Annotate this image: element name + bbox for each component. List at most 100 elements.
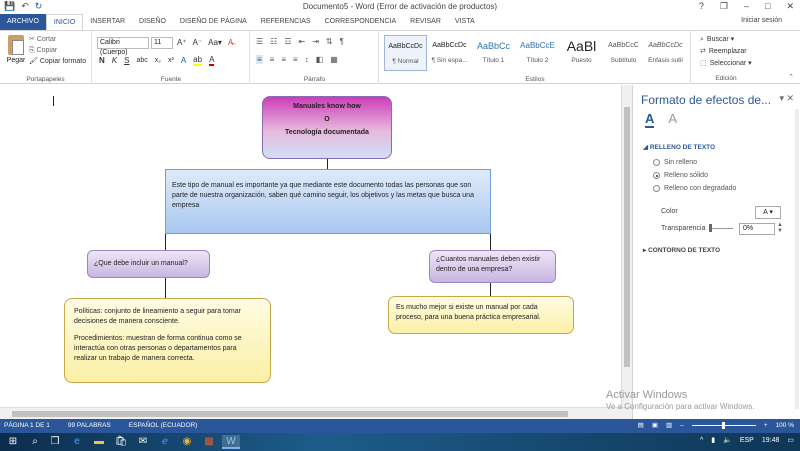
web-layout-icon[interactable]: ▥ xyxy=(666,421,672,429)
diagram-main-box[interactable]: Este tipo de manual es importante ya que… xyxy=(165,169,491,234)
windows-start-icon[interactable]: ⊞ xyxy=(4,435,22,449)
tab-vista[interactable]: VISTA xyxy=(448,14,482,30)
mail-icon[interactable]: ✉ xyxy=(134,435,152,449)
text-fill-tab-icon[interactable]: A xyxy=(645,111,655,128)
radio-gradient-fill[interactable]: Relleno con degradado xyxy=(653,185,736,192)
increase-indent-icon[interactable]: ⇥ xyxy=(312,37,319,46)
radio-no-fill[interactable]: Sin relleno xyxy=(653,159,697,166)
read-mode-icon[interactable]: ▤ xyxy=(638,421,644,429)
style-heading-2[interactable]: AaBbCcE Título 2 xyxy=(516,35,559,71)
style-heading-1[interactable]: AaBbCc Título 1 xyxy=(472,35,515,71)
close-button[interactable]: ✕ xyxy=(786,1,794,12)
horizontal-scrollbar[interactable] xyxy=(0,407,632,419)
find-button[interactable]: ⌕ Buscar ▾ xyxy=(700,34,752,46)
format-painter-button[interactable]: 🖌 Copiar formato xyxy=(29,56,86,67)
tab-insertar[interactable]: INSERTAR xyxy=(83,14,132,30)
tab-archivo[interactable]: ARCHIVO xyxy=(0,14,46,30)
tray-up-icon[interactable]: ^ xyxy=(700,437,703,444)
tab-diseno[interactable]: DISEÑO xyxy=(132,14,173,30)
network-icon[interactable]: ▮ xyxy=(711,436,715,444)
subscript-icon[interactable]: x₂ xyxy=(155,57,161,64)
language-status[interactable]: ESPAÑOL (ECUADOR) xyxy=(129,422,198,429)
panel-scrollbar[interactable] xyxy=(795,109,799,409)
zoom-level[interactable]: 100 % xyxy=(776,422,794,429)
font-color-icon[interactable]: A xyxy=(209,55,215,66)
radio-solid-fill[interactable]: Relleno sólido xyxy=(653,172,708,179)
tab-correspondencia[interactable]: CORRESPONDENCIA xyxy=(318,14,404,30)
scroll-thumb[interactable] xyxy=(12,411,568,417)
bullets-icon[interactable]: ☰ xyxy=(256,37,263,46)
style-normal[interactable]: AaBbCcDc ¶ Normal xyxy=(384,35,427,71)
borders-icon[interactable]: ▦ xyxy=(330,55,338,64)
page-count[interactable]: PÁGINA 1 DE 1 xyxy=(4,422,50,429)
cut-button[interactable]: ✂ Cortar xyxy=(29,34,86,45)
highlight-icon[interactable]: ab xyxy=(193,55,203,66)
notifications-icon[interactable]: ▭ xyxy=(787,436,794,444)
select-button[interactable]: ⬚ Seleccionar ▾ xyxy=(700,58,752,70)
chrome-icon[interactable]: ◉ xyxy=(178,435,196,449)
numbering-icon[interactable]: ☷ xyxy=(270,37,277,46)
align-left-icon[interactable]: ≡ xyxy=(256,55,263,64)
text-outline-section[interactable]: ▸ CONTORNO DE TEXTO xyxy=(643,246,720,254)
copy-button[interactable]: ⎘ Copiar xyxy=(29,45,86,56)
clear-format-icon[interactable]: A̶ xyxy=(228,38,233,47)
keyboard-language[interactable]: ESP xyxy=(740,437,754,444)
scroll-thumb[interactable] xyxy=(624,107,630,367)
shrink-font-icon[interactable]: A⁻ xyxy=(193,38,203,47)
zoom-in-icon[interactable]: + xyxy=(764,422,768,429)
clock[interactable]: 19:48 xyxy=(762,437,780,444)
vertical-scrollbar[interactable] xyxy=(621,85,632,407)
tab-revisar[interactable]: REVISAR xyxy=(403,14,448,30)
font-name-select[interactable]: Calibri (Cuerpo) xyxy=(97,37,149,56)
store-icon[interactable]: 🛍 xyxy=(112,435,130,449)
align-right-icon[interactable]: ≡ xyxy=(281,55,286,64)
underline-icon[interactable]: S xyxy=(124,56,129,65)
search-icon[interactable]: ⌕ xyxy=(26,435,44,449)
bold-icon[interactable]: N xyxy=(99,56,105,65)
diagram-question-2-box[interactable]: ¿Cuantos manuales deben existir dentro d… xyxy=(429,250,556,283)
sort-icon[interactable]: ⇅ xyxy=(326,37,333,46)
collapse-ribbon-icon[interactable]: ⌃ xyxy=(788,73,794,81)
tab-diseno-pagina[interactable]: DISEÑO DE PÁGINA xyxy=(173,14,254,30)
minimize-button[interactable]: – xyxy=(744,1,749,12)
ie-icon[interactable]: ℯ xyxy=(156,435,174,449)
word-icon[interactable]: W xyxy=(222,435,240,449)
powerpoint-icon[interactable]: ▩ xyxy=(200,435,218,449)
zoom-slider[interactable] xyxy=(691,421,756,429)
grow-font-icon[interactable]: A⁺ xyxy=(177,38,187,47)
change-case-icon[interactable]: Aa▾ xyxy=(208,38,222,47)
spinner-icon[interactable]: ▲ ▼ xyxy=(777,222,783,234)
volume-icon[interactable]: 🔈 xyxy=(723,436,732,444)
transparency-slider[interactable] xyxy=(709,228,733,229)
signin-link[interactable]: Iniciar sesión xyxy=(741,17,782,24)
italic-icon[interactable]: K xyxy=(112,56,117,65)
replace-button[interactable]: ⇄ Reemplazar xyxy=(700,46,752,58)
align-center-icon[interactable]: ≡ xyxy=(270,55,275,64)
diagram-answer-2-box[interactable]: Es mucho mejor si existe un manual por c… xyxy=(388,296,574,334)
multilevel-list-icon[interactable]: ☲ xyxy=(284,37,291,46)
text-effects-tab-icon[interactable]: A xyxy=(668,111,677,128)
transparency-input[interactable]: 0% xyxy=(739,223,775,235)
print-layout-icon[interactable]: ▣ xyxy=(652,421,658,429)
edge-icon[interactable]: e xyxy=(68,435,86,449)
restore-ribbon-button[interactable]: ❐ xyxy=(720,1,728,12)
pilcrow-icon[interactable]: ¶ xyxy=(340,37,344,46)
justify-icon[interactable]: ≡ xyxy=(293,55,298,64)
font-size-select[interactable]: 11 xyxy=(151,37,173,49)
text-fill-section[interactable]: ◢ RELLENO DE TEXTO xyxy=(643,143,715,151)
text-effects-icon[interactable]: A xyxy=(181,56,186,65)
decrease-indent-icon[interactable]: ⇤ xyxy=(299,37,306,46)
slider-thumb[interactable] xyxy=(709,224,712,232)
help-button[interactable]: ? xyxy=(699,1,704,12)
paste-button[interactable]: Pegar xyxy=(6,35,26,64)
zoom-out-icon[interactable]: – xyxy=(680,422,684,429)
shading-icon[interactable]: ◧ xyxy=(316,55,324,64)
strikethrough-icon[interactable]: abc xyxy=(136,57,147,64)
style-no-spacing[interactable]: AaBbCcDc ¶ Sin espa... xyxy=(428,35,471,71)
word-count[interactable]: 99 PALABRAS xyxy=(68,422,111,429)
line-spacing-icon[interactable]: ↕ xyxy=(305,55,309,64)
diagram-answer-1-box[interactable]: Políticas: conjunto de lineamiento a seg… xyxy=(64,298,271,383)
superscript-icon[interactable]: x² xyxy=(168,57,174,64)
task-view-icon[interactable]: ❐ xyxy=(46,435,64,449)
maximize-button[interactable]: □ xyxy=(765,1,770,12)
